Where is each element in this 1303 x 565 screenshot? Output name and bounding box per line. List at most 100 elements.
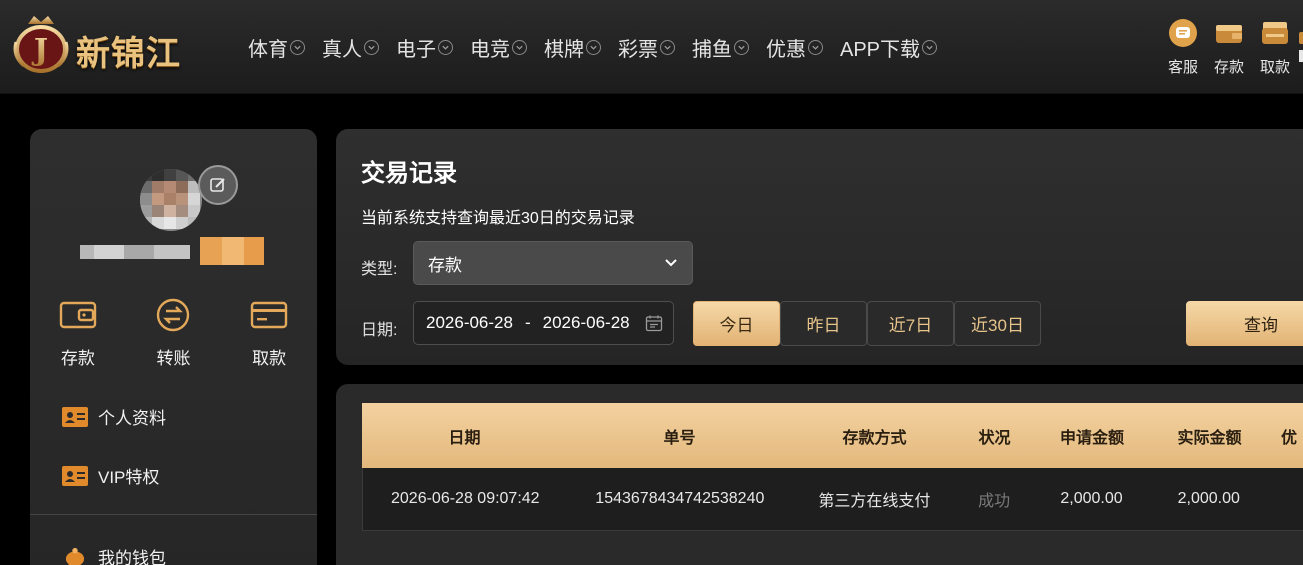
sidebar-divider	[30, 514, 317, 515]
sidebar-deposit-button[interactable]: 存款	[43, 297, 113, 369]
card-icon	[250, 301, 288, 329]
col-date: 日期	[448, 429, 481, 447]
nav-cards[interactable]: 棋牌	[544, 33, 601, 62]
id-card-icon	[62, 406, 88, 427]
edit-avatar-button[interactable]	[198, 165, 238, 205]
col-status: 状况	[978, 429, 1011, 447]
nav-label: 真人	[322, 39, 362, 61]
nav-label: 优惠	[766, 39, 806, 61]
logo-badge-icon: J	[13, 16, 69, 73]
date-from: 2026-06-28	[426, 313, 513, 332]
chevron-down-icon	[586, 40, 601, 55]
chevron-down-icon	[808, 40, 823, 55]
brand-name: 新锦江	[76, 34, 181, 74]
cell-date: 2026-06-28 09:07:42	[391, 490, 540, 507]
edit-icon	[210, 178, 225, 192]
quick-label: 存款	[60, 349, 95, 368]
nav-fishing[interactable]: 捕鱼	[692, 33, 749, 62]
nav-app-download[interactable]: APP下载	[840, 33, 938, 62]
cell-method: 第三方在线支付	[818, 493, 931, 510]
chevron-down-icon	[660, 40, 675, 55]
range-7days-button[interactable]: 近7日	[867, 301, 954, 346]
type-label: 类型:	[361, 261, 398, 278]
svg-text:J: J	[31, 33, 48, 68]
top-actions: 客服 存款 取款	[1160, 18, 1298, 77]
date-range-picker[interactable]: 2026-06-28 - 2026-06-28	[413, 301, 674, 345]
nav-slots[interactable]: 电子	[396, 33, 453, 62]
sidebar-item-vip[interactable]: VIP特权	[62, 463, 159, 488]
username-masked	[80, 237, 264, 265]
col-method: 存款方式	[842, 429, 907, 447]
table-row[interactable]: 2026-06-28 09:07:42 1543678434742538240 …	[362, 468, 1303, 531]
quick-label: 转账	[156, 349, 191, 368]
query-range-note: 当前系统支持查询最近30日的交易记录	[361, 210, 635, 227]
table-header: 日期 单号 存款方式 状况 申请金额 实际金额 优	[362, 403, 1303, 468]
menu-label: 我的钱包	[98, 549, 166, 565]
chevron-down-icon	[922, 40, 938, 55]
page-title: 交易记录	[361, 160, 457, 187]
chevron-down-icon	[665, 259, 677, 267]
top-deposit-button[interactable]: 存款	[1206, 18, 1252, 77]
nav-label: APP下载	[840, 39, 921, 61]
chevron-down-icon	[290, 40, 305, 55]
chevron-down-icon	[734, 40, 749, 55]
nav-label: 体育	[248, 39, 288, 61]
nav-label: 电子	[396, 39, 436, 61]
sidebar-transfer-button[interactable]: 转账	[138, 297, 208, 369]
col-actual-amount: 实际金额	[1177, 429, 1242, 447]
cell-order-no: 1543678434742538240	[595, 490, 765, 507]
partial-icon	[1299, 32, 1303, 62]
wallet-icon	[1262, 22, 1288, 44]
quick-label: 取款	[252, 349, 287, 368]
brand-logo[interactable]: J 新锦江	[10, 8, 215, 78]
sidebar-item-wallet[interactable]: 我的钱包	[62, 544, 166, 565]
nav-lottery[interactable]: 彩票	[618, 33, 675, 62]
chevron-down-icon	[438, 40, 453, 55]
nav-label: 电竞	[470, 39, 510, 61]
col-order-no: 单号	[663, 429, 696, 447]
menu-label: VIP特权	[98, 468, 160, 487]
account-sidebar: 存款 转账 取款 个人资料 VIP特权 我的钱包	[30, 129, 317, 565]
range-today-button[interactable]: 今日	[693, 301, 780, 346]
date-to: 2026-06-28	[542, 313, 630, 332]
cell-actual-amount: 2,000.00	[1177, 490, 1240, 507]
chat-icon	[1169, 19, 1197, 47]
nav-label: 棋牌	[544, 39, 584, 61]
range-yesterday-button[interactable]: 昨日	[780, 301, 867, 346]
top-action-label: 取款	[1259, 59, 1290, 76]
cell-requested-amount: 2,000.00	[1060, 490, 1123, 507]
nav-live[interactable]: 真人	[322, 33, 379, 62]
avatar[interactable]	[140, 169, 202, 231]
transaction-table: 日期 单号 存款方式 状况 申请金额 实际金额 优 2026-06-28 09:…	[362, 403, 1303, 531]
status-badge: 成功	[978, 493, 1011, 510]
top-action-label: 客服	[1167, 59, 1198, 76]
customer-service-button[interactable]: 客服	[1160, 18, 1206, 77]
user-avatar-block	[140, 165, 238, 239]
id-card-icon	[62, 465, 88, 486]
transfer-icon	[157, 298, 190, 332]
top-header: J 新锦江 体育 真人 电子 电竞 棋牌 彩票 捕鱼 优惠 APP下载 客服 存…	[0, 0, 1303, 94]
range-30days-button[interactable]: 近30日	[954, 301, 1041, 346]
date-separator: -	[524, 313, 531, 332]
top-withdraw-button[interactable]: 取款	[1252, 18, 1298, 77]
col-discount: 优	[1281, 429, 1298, 447]
chevron-down-icon	[512, 40, 527, 55]
sidebar-item-profile[interactable]: 个人资料	[62, 404, 166, 429]
sidebar-withdraw-button[interactable]: 取款	[234, 297, 304, 369]
wallet-icon	[59, 301, 97, 329]
nav-sports[interactable]: 体育	[248, 33, 305, 62]
nav-esports[interactable]: 电竞	[470, 33, 527, 62]
nav-promotions[interactable]: 优惠	[766, 33, 823, 62]
main-nav: 体育 真人 电子 电竞 棋牌 彩票 捕鱼 优惠 APP下载	[248, 33, 954, 62]
nav-label: 彩票	[618, 39, 658, 61]
search-button[interactable]: 查询	[1186, 301, 1303, 346]
type-select[interactable]: 存款	[413, 241, 693, 285]
col-requested-amount: 申请金额	[1059, 429, 1124, 447]
chevron-down-icon	[364, 40, 379, 55]
menu-label: 个人资料	[98, 409, 166, 428]
date-label: 日期:	[361, 322, 398, 339]
transaction-filter-card: 交易记录 当前系统支持查询最近30日的交易记录 类型: 存款 日期: 2026-…	[336, 129, 1303, 365]
type-select-value: 存款	[428, 255, 462, 275]
transaction-table-card: 日期 单号 存款方式 状况 申请金额 实际金额 优 2026-06-28 09:…	[336, 384, 1303, 565]
wallet-quick-actions: 存款 转账 取款	[30, 297, 317, 369]
